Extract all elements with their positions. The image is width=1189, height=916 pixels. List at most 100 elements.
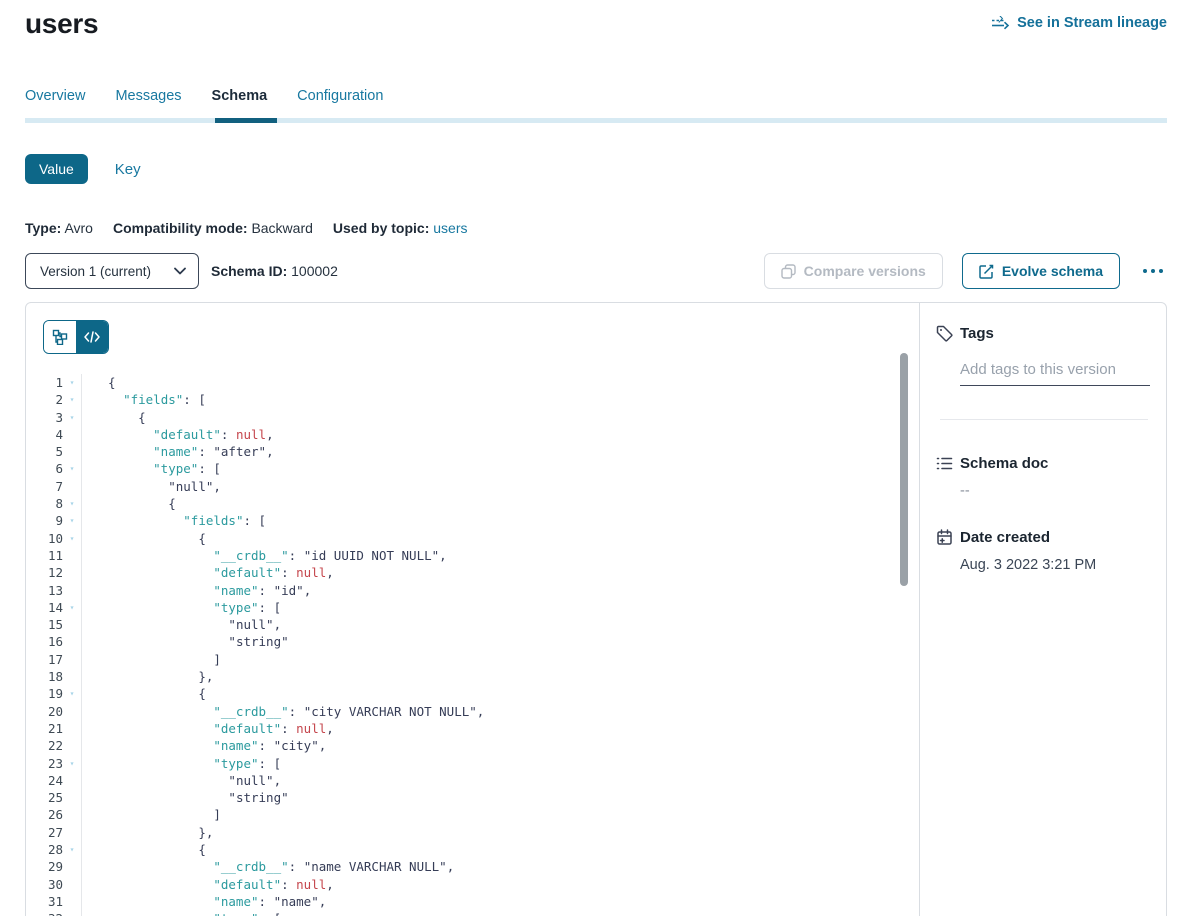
code-line: 9▾ "fields": [ <box>26 512 919 529</box>
more-options-button[interactable] <box>1139 265 1167 277</box>
topic-link[interactable]: users <box>433 220 467 236</box>
fold-toggle[interactable]: ▾ <box>63 391 81 408</box>
code-line: 27 }, <box>26 824 919 841</box>
date-created-value: Aug. 3 2022 3:21 PM <box>960 557 1152 573</box>
line-number: 24 <box>26 772 63 789</box>
fold-spacer <box>63 703 81 720</box>
code-text: "null", <box>81 478 919 495</box>
line-number: 17 <box>26 651 63 668</box>
compatibility-mode: Compatibility mode: Backward <box>113 220 313 236</box>
evolve-schema-label: Evolve schema <box>1002 263 1103 279</box>
line-number: 2 <box>26 391 63 408</box>
line-number: 6 <box>26 460 63 477</box>
fold-toggle[interactable]: ▾ <box>63 512 81 529</box>
fold-toggle[interactable]: ▾ <box>63 409 81 426</box>
code-line: 30 "default": null, <box>26 876 919 893</box>
fold-toggle[interactable]: ▾ <box>63 910 81 916</box>
code-line: 18 }, <box>26 668 919 685</box>
compare-versions-label: Compare versions <box>804 263 926 279</box>
fold-spacer <box>63 720 81 737</box>
calendar-plus-icon <box>936 529 953 546</box>
line-number: 14 <box>26 599 63 616</box>
line-number: 1 <box>26 374 63 391</box>
fold-spacer <box>63 668 81 685</box>
fold-spacer <box>63 547 81 564</box>
fold-toggle[interactable]: ▾ <box>63 530 81 547</box>
schema-doc-heading-label: Schema doc <box>960 455 1048 472</box>
code-view-button[interactable] <box>76 321 108 353</box>
line-number: 18 <box>26 668 63 685</box>
tags-input[interactable] <box>960 361 1150 386</box>
code-line: 25 "string" <box>26 789 919 806</box>
tab-configuration[interactable]: Configuration <box>297 88 383 118</box>
editor-scrollbar[interactable] <box>900 353 908 586</box>
code-line: 4 "default": null, <box>26 426 919 443</box>
code-line: 3▾ { <box>26 409 919 426</box>
schema-doc-value: -- <box>960 483 1152 499</box>
code-line: 10▾ { <box>26 530 919 547</box>
edit-icon <box>979 264 994 279</box>
code-text: ] <box>81 651 919 668</box>
code-text: "__crdb__": "city VARCHAR NOT NULL", <box>81 703 919 720</box>
stream-lineage-link[interactable]: See in Stream lineage <box>991 15 1167 31</box>
code-text: { <box>81 841 919 858</box>
fold-toggle[interactable]: ▾ <box>63 841 81 858</box>
code-text: "string" <box>81 789 919 806</box>
schema-doc-section: Schema doc -- <box>936 455 1152 499</box>
fold-toggle[interactable]: ▾ <box>63 755 81 772</box>
tag-icon <box>936 325 953 342</box>
tree-view-button[interactable] <box>44 321 76 353</box>
type-value: Avro <box>64 220 93 236</box>
fold-spacer <box>63 789 81 806</box>
version-select[interactable]: Version 1 (current) <box>25 253 199 289</box>
line-number: 3 <box>26 409 63 426</box>
code-line: 11 "__crdb__": "id UUID NOT NULL", <box>26 547 919 564</box>
code-line: 20 "__crdb__": "city VARCHAR NOT NULL", <box>26 703 919 720</box>
code-line: 19▾ { <box>26 685 919 702</box>
key-toggle-button[interactable]: Key <box>115 161 141 178</box>
value-toggle-button[interactable]: Value <box>25 154 88 184</box>
evolve-schema-button[interactable]: Evolve schema <box>962 253 1120 289</box>
code-line: 23▾ "type": [ <box>26 755 919 772</box>
code-text: "default": null, <box>81 564 919 581</box>
code-text: { <box>81 685 919 702</box>
code-text: "__crdb__": "name VARCHAR NULL", <box>81 858 919 875</box>
code-text: "fields": [ <box>81 512 919 529</box>
list-icon <box>936 456 953 471</box>
fold-toggle[interactable]: ▾ <box>63 599 81 616</box>
line-number: 7 <box>26 478 63 495</box>
code-text: "default": null, <box>81 426 919 443</box>
fold-toggle[interactable]: ▾ <box>63 374 81 391</box>
code-text: "type": [ <box>81 599 919 616</box>
line-number: 16 <box>26 633 63 650</box>
line-number: 4 <box>26 426 63 443</box>
code-line: 1▾{ <box>26 374 919 391</box>
fold-spacer <box>63 824 81 841</box>
tags-heading: Tags <box>936 325 1152 342</box>
active-tab-indicator <box>215 118 277 123</box>
tab-overview[interactable]: Overview <box>25 88 85 118</box>
code-text: }, <box>81 668 919 685</box>
code-text: "default": null, <box>81 720 919 737</box>
code-text: "name": "city", <box>81 737 919 754</box>
code-line: 13 "name": "id", <box>26 582 919 599</box>
schema-id-value: 100002 <box>291 263 338 279</box>
tab-messages[interactable]: Messages <box>115 88 181 118</box>
chevron-down-icon <box>174 267 186 275</box>
line-number: 26 <box>26 806 63 823</box>
schema-meta: Type: Avro Compatibility mode: Backward … <box>25 220 468 236</box>
fold-toggle[interactable]: ▾ <box>63 460 81 477</box>
page-title: users <box>25 8 98 40</box>
date-created-heading: Date created <box>936 529 1152 546</box>
fold-toggle[interactable]: ▾ <box>63 495 81 512</box>
date-created-section: Date created Aug. 3 2022 3:21 PM <box>936 529 1152 573</box>
compare-versions-button[interactable]: Compare versions <box>764 253 943 289</box>
fold-spacer <box>63 582 81 599</box>
code-line: 24 "null", <box>26 772 919 789</box>
stream-lineage-label: See in Stream lineage <box>1017 15 1167 31</box>
line-number: 10 <box>26 530 63 547</box>
tab-schema[interactable]: Schema <box>212 88 268 118</box>
fold-toggle[interactable]: ▾ <box>63 685 81 702</box>
line-number: 13 <box>26 582 63 599</box>
line-number: 19 <box>26 685 63 702</box>
